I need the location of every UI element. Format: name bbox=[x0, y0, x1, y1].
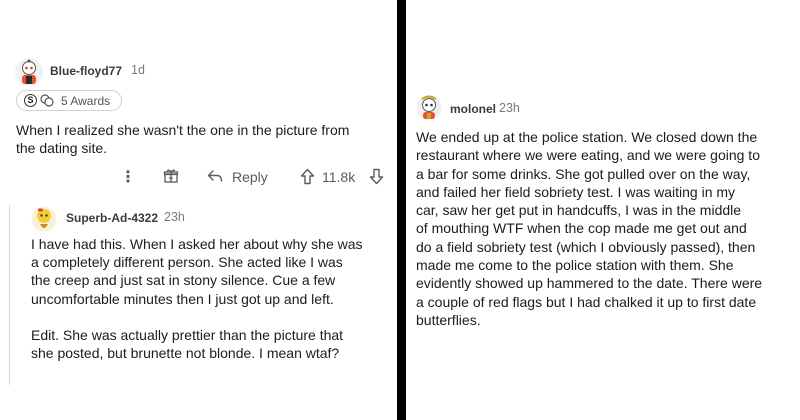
reply-arrow-icon bbox=[207, 170, 223, 182]
comment-line: made me come to the police station with … bbox=[416, 257, 734, 274]
reply-label: Reply bbox=[232, 169, 268, 185]
thread-line[interactable] bbox=[9, 205, 10, 385]
comment-line: car, saw her get put in handcuffs, I was… bbox=[416, 202, 742, 219]
comment-line: restaurant where we were eating, and we … bbox=[416, 147, 760, 164]
comment-age: 1d bbox=[131, 63, 145, 77]
comment-action-bar: ⋮ Reply 11.8k bbox=[0, 166, 397, 188]
reply-line: a completely different person. She acted… bbox=[31, 254, 343, 271]
awards-label: 5 Awards bbox=[61, 94, 111, 108]
downvote-arrow-icon[interactable] bbox=[369, 168, 384, 185]
award-icon: S bbox=[24, 94, 37, 107]
comment-line: do a field sobriety test (which I obviou… bbox=[416, 238, 756, 255]
reply-line: Edit. She was actually prettier than the… bbox=[31, 326, 344, 343]
reply-line: she posted, but brunette not blonde. I m… bbox=[31, 345, 340, 362]
user-avatar[interactable] bbox=[416, 95, 442, 121]
upvote-arrow-icon[interactable] bbox=[300, 168, 315, 185]
comment-age: 23h bbox=[499, 101, 520, 115]
comment-line: When I realized she wasn't the one in th… bbox=[16, 122, 350, 138]
user-avatar[interactable] bbox=[14, 57, 44, 87]
comment-line: of mouthing WTF when the cop made me get… bbox=[416, 220, 747, 237]
comment-line: a couple of red flags but I had chalked … bbox=[416, 293, 757, 310]
reply-username[interactable]: Superb-Ad-4322 bbox=[66, 211, 158, 225]
comment-line: butterflies. bbox=[416, 311, 481, 328]
comment-line: a bar for some drinks. She got pulled ov… bbox=[416, 165, 751, 182]
panel-divider bbox=[397, 0, 406, 420]
comment-line: evidently showed up hammered to the date… bbox=[416, 275, 763, 292]
comment-line: We ended up at the police station. We cl… bbox=[416, 129, 758, 145]
comment-line: the dating site. bbox=[16, 140, 108, 156]
reply-line: uncomfortable minutes then I just got up… bbox=[31, 290, 334, 307]
comment-username[interactable]: Blue-floyd77 bbox=[50, 64, 122, 78]
score: 11.8k bbox=[322, 169, 356, 185]
comment-line: and failed her field sobriety test. I wa… bbox=[416, 183, 736, 200]
user-avatar[interactable] bbox=[31, 206, 57, 232]
left-screenshot-panel: Blue-floyd77 1d S 5 Awards When I realiz… bbox=[0, 0, 397, 420]
reply-line: the creep and just sat in stony silence.… bbox=[31, 272, 336, 289]
reply-body: I have had this. When I asked her about … bbox=[31, 235, 393, 362]
reply-age: 23h bbox=[164, 210, 185, 224]
gift-box-icon[interactable] bbox=[163, 168, 179, 184]
award-icon bbox=[40, 94, 54, 107]
right-screenshot-panel: molonel 23h We ended up at the police st… bbox=[406, 0, 800, 420]
reply-line bbox=[31, 308, 393, 326]
comment-username[interactable]: molonel bbox=[450, 102, 496, 116]
reply-line: I have had this. When I asked her about … bbox=[31, 236, 363, 252]
reply-button[interactable]: Reply bbox=[207, 166, 277, 188]
more-options-icon[interactable]: ⋮ bbox=[120, 167, 136, 187]
comment-body: We ended up at the police station. We cl… bbox=[416, 128, 800, 329]
awards-badge[interactable]: S 5 Awards bbox=[16, 90, 122, 111]
comment-body: When I realized she wasn't the one in th… bbox=[16, 121, 391, 157]
